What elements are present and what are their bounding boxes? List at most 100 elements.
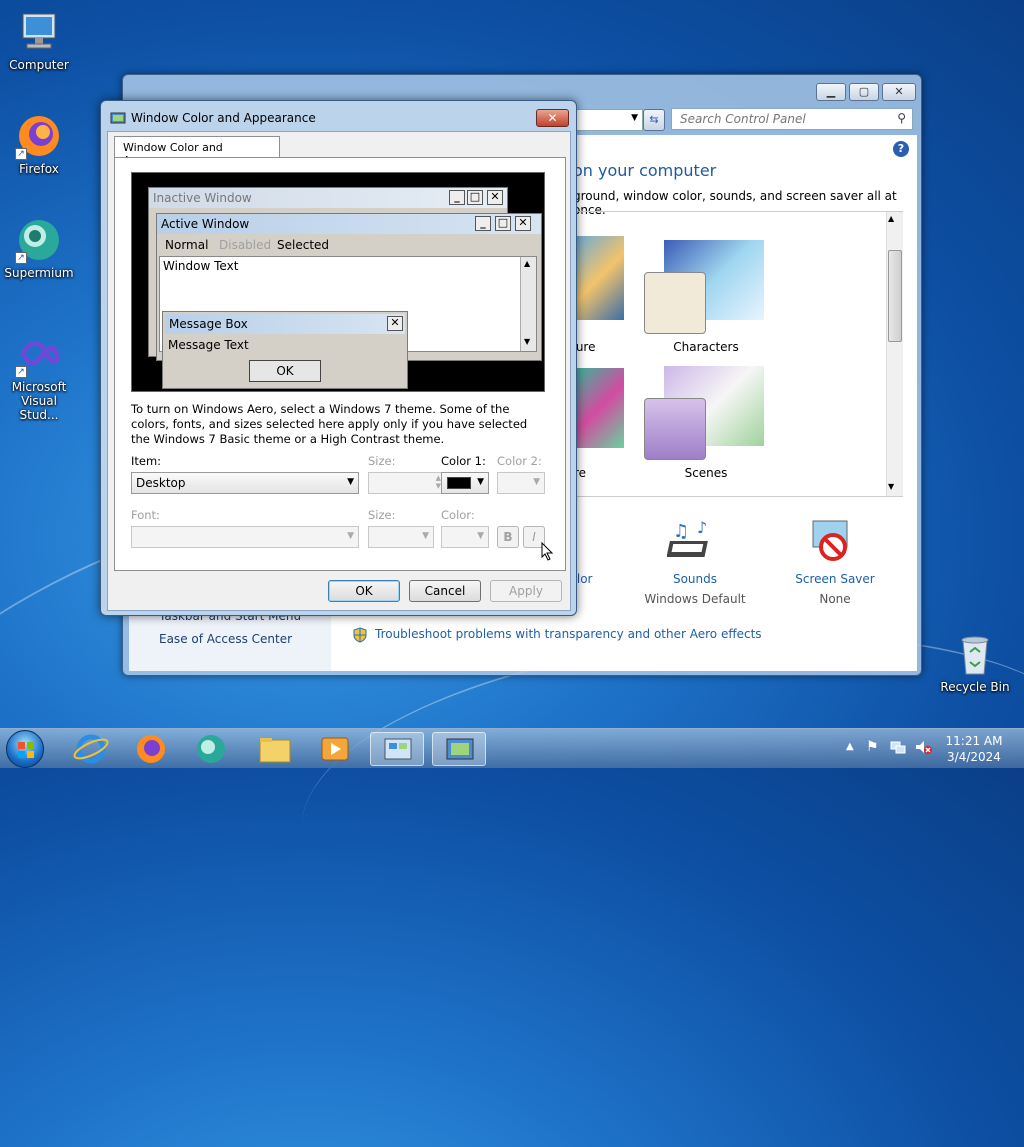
taskbar-explorer[interactable] <box>248 732 302 766</box>
item-size-spinner[interactable]: ▲ ▼ <box>368 472 446 494</box>
troubleshoot-link[interactable]: Troubleshoot problems with transparency … <box>375 627 762 641</box>
item-select[interactable]: Desktop ▼ <box>131 472 359 494</box>
internet-explorer-icon <box>73 734 109 764</box>
taskbar-firefox[interactable] <box>124 732 178 766</box>
font-color-picker[interactable]: ▼ <box>441 526 489 548</box>
desktop-icon-visual-studio[interactable]: ↗ Microsoft Visual Stud... <box>0 330 78 422</box>
font-select[interactable]: ▼ <box>131 526 359 548</box>
chevron-down-icon: ▼ <box>422 531 429 541</box>
window-color-dialog[interactable]: Window Color and Appearance ✕ Window Col… <box>100 100 577 616</box>
scroll-down-icon: ▼ <box>524 337 531 346</box>
close-icon: ✕ <box>487 190 503 205</box>
shortcut-arrow-icon: ↗ <box>15 366 27 378</box>
windows-logo-icon <box>18 742 34 758</box>
desktop-icon-supermium[interactable]: ↗ Supermium <box>0 216 78 280</box>
shield-icon <box>353 627 367 643</box>
chevron-down-icon: ▼ <box>533 477 540 487</box>
sidebar-link-ease-of-access[interactable]: Ease of Access Center <box>159 632 292 646</box>
desktop-icon-firefox[interactable]: ↗ Firefox <box>0 112 78 176</box>
appearance-preview[interactable]: Inactive Window _ □ ✕ Active Window _ □ … <box>131 172 545 392</box>
taskbar: ▲ ⚑ 11:21 AM 3/4/2024 <box>0 728 1024 768</box>
font-size-label: Size: <box>368 508 396 522</box>
preview-menu-disabled: Disabled <box>219 238 272 252</box>
clock-date: 3/4/2024 <box>947 750 1001 764</box>
theme-label: Characters <box>673 340 739 354</box>
font-size-select[interactable]: ▼ <box>368 526 434 548</box>
screen-saver-value: None <box>819 592 851 606</box>
bold-button[interactable]: B <box>497 526 519 548</box>
color1-swatch <box>447 477 471 489</box>
desktop-icon-label: Firefox <box>19 162 59 176</box>
maximize-icon: ▢ <box>858 85 870 98</box>
taskbar-appearance[interactable] <box>432 732 486 766</box>
desktop-icon-label: Computer <box>9 58 69 72</box>
color2-picker[interactable]: ▼ <box>497 472 545 494</box>
sounds-icon: ♫ ♪ <box>666 517 721 565</box>
color1-picker[interactable]: ▼ <box>441 472 489 494</box>
tab-window-color-and-appearance[interactable]: Window Color and Appearance <box>114 136 280 167</box>
screen-saver-link[interactable]: Screen Saver <box>775 572 895 586</box>
size-label: Size: <box>368 454 396 468</box>
desktop-icon-label: Recycle Bin <box>940 680 1010 694</box>
appearance-icon <box>110 111 126 125</box>
cancel-button[interactable]: Cancel <box>409 580 481 602</box>
computer-icon <box>15 8 63 56</box>
dialog-close-button[interactable]: ✕ <box>536 109 569 127</box>
refresh-icon: ⇆ <box>649 113 659 126</box>
taskbar-media-player[interactable] <box>308 732 362 766</box>
start-button[interactable] <box>6 730 44 768</box>
color2-label: Color 2: <box>497 454 542 468</box>
search-input[interactable]: Search Control Panel ⚲ <box>671 108 913 130</box>
appearance-icon <box>446 738 474 760</box>
minimize-icon: _ <box>449 190 465 205</box>
desktop-icon-computer[interactable]: Computer <box>0 8 78 72</box>
action-center-flag-icon[interactable]: ⚑ <box>866 739 879 755</box>
scrollbar[interactable]: ▲ ▼ <box>886 212 903 496</box>
scroll-down-icon[interactable]: ▼ <box>888 482 894 491</box>
mouse-cursor-icon <box>541 541 555 562</box>
taskbar-ie[interactable] <box>64 732 118 766</box>
network-icon[interactable] <box>890 739 906 755</box>
sounds-link[interactable]: Sounds <box>635 572 755 586</box>
font-color-label: Color: <box>441 508 475 522</box>
control-panel-icon <box>384 738 412 760</box>
chevron-down-icon: ▼ <box>347 477 354 487</box>
close-icon: ✕ <box>547 111 558 125</box>
preview-menu-selected: Selected <box>277 238 330 252</box>
address-bar[interactable]: ▼ <box>573 109 643 131</box>
help-icon[interactable]: ? <box>893 141 909 157</box>
minimize-icon: ▁ <box>826 85 836 98</box>
scrollbar-thumb[interactable] <box>888 250 902 342</box>
font-label: Font: <box>131 508 160 522</box>
chevron-down-icon: ▼ <box>477 531 484 541</box>
shortcut-arrow-icon: ↗ <box>15 148 27 160</box>
search-placeholder: Search Control Panel <box>680 112 806 126</box>
theme-thumbnail <box>574 236 624 320</box>
search-icon: ⚲ <box>897 111 906 125</box>
item-label: Item: <box>131 454 162 468</box>
system-clock[interactable]: 11:21 AM 3/4/2024 <box>936 733 1012 765</box>
taskbar-control-panel[interactable] <box>370 732 424 766</box>
preview-msgbox-text: Message Text <box>168 338 249 352</box>
themes-list[interactable]: cture Characters re Scenes ▲ ▼ <box>565 211 903 497</box>
recycle-bin-icon <box>951 630 999 678</box>
ok-button[interactable]: OK <box>328 580 400 602</box>
minimize-button[interactable]: ▁ <box>816 83 846 101</box>
dialog-title: Window Color and Appearance <box>131 111 316 125</box>
maximize-button[interactable]: ▢ <box>849 83 879 101</box>
preview-scrollbar: ▲ ▼ <box>520 257 536 351</box>
desktop-icon-label: Microsoft Visual Stud... <box>11 380 67 422</box>
desktop-icon-label: Supermium <box>4 266 74 280</box>
volume-muted-icon[interactable] <box>914 739 932 755</box>
visual-studio-icon: ↗ <box>15 330 63 378</box>
close-button[interactable]: ✕ <box>882 83 916 101</box>
show-hidden-icons[interactable]: ▲ <box>846 741 854 752</box>
refresh-button[interactable]: ⇆ <box>643 109 665 131</box>
page-heading: on your computer <box>573 161 717 180</box>
desktop-icon-recycle-bin[interactable]: Recycle Bin <box>936 630 1014 694</box>
scroll-up-icon[interactable]: ▲ <box>888 214 894 223</box>
chevron-down-icon: ▼ <box>477 477 484 487</box>
svg-text:♪: ♪ <box>697 518 707 537</box>
taskbar-supermium[interactable] <box>184 732 238 766</box>
apply-button[interactable]: Apply <box>490 580 562 602</box>
